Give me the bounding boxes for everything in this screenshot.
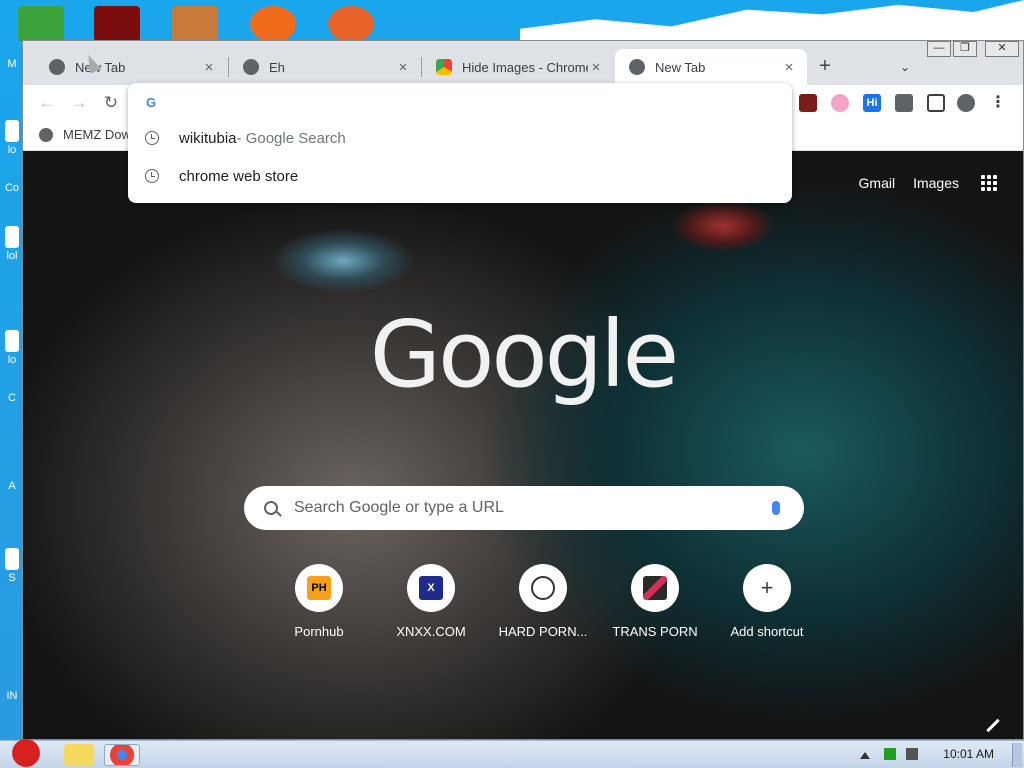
apps-grid-icon[interactable]: [981, 175, 997, 191]
firefox-icon[interactable]: [328, 6, 374, 42]
shortcut-label: Add shortcut: [730, 624, 804, 639]
site-favicon-icon: [531, 576, 555, 600]
images-link[interactable]: Images: [913, 175, 959, 191]
flash-player-icon[interactable]: [94, 6, 140, 42]
chrome-menu-icon[interactable]: ⋮: [989, 94, 1007, 112]
bookmark-label: MEMZ Dow: [63, 127, 131, 142]
new-tab-page: Gmail Images Google Search Google or typ…: [23, 151, 1023, 739]
close-tab-icon[interactable]: ×: [781, 59, 797, 76]
history-clock-icon: [145, 131, 159, 145]
close-tab-icon[interactable]: ×: [395, 59, 411, 76]
tab-title: Eh: [269, 59, 285, 75]
omnibox-suggestion[interactable]: wikitubia - Google Search: [128, 120, 792, 156]
customize-pencil-icon[interactable]: [986, 718, 1000, 733]
show-desktop-button[interactable]: [1012, 743, 1022, 767]
desktop-side-label[interactable]: S: [0, 548, 24, 584]
chrome-web-store-icon: [436, 59, 452, 75]
lightning-app-icon[interactable]: [250, 6, 296, 42]
side-panel-icon[interactable]: [927, 94, 945, 112]
shortcut-label: Pornhub: [294, 624, 344, 639]
reload-button[interactable]: ↻: [99, 91, 123, 115]
start-button-icon[interactable]: [2, 729, 50, 768]
microphone-icon[interactable]: [772, 501, 780, 515]
shortcut-icon-circle: +: [743, 564, 791, 612]
bookmark-item[interactable]: MEMZ Dow: [39, 127, 131, 142]
site-favicon-icon: X: [419, 576, 443, 600]
shortcut-tile[interactable]: PH Pornhub: [263, 564, 375, 639]
tab-new-tab-1[interactable]: New Tab ×: [35, 49, 227, 85]
tab-eh[interactable]: Eh ×: [229, 49, 421, 85]
shortcut-label: XNXX.COM: [396, 624, 466, 639]
google-logo: Google: [369, 301, 679, 408]
close-tab-icon[interactable]: ×: [201, 59, 217, 76]
desktop-side-label[interactable]: lo: [0, 120, 24, 156]
angry-bird-app-icon[interactable]: [172, 6, 218, 42]
ntp-search-box[interactable]: Search Google or type a URL: [244, 486, 804, 530]
profile-avatar-icon[interactable]: [957, 94, 975, 112]
restore-button[interactable]: ❐: [953, 41, 977, 57]
suggestion-text: wikitubia: [179, 129, 237, 147]
chrome-icon: [49, 59, 65, 75]
desktop-side-label[interactable]: C: [0, 392, 24, 404]
explorer-taskbar-icon[interactable]: [64, 744, 94, 766]
forward-button[interactable]: →: [67, 91, 91, 115]
tab-new-tab-active[interactable]: New Tab ×: [615, 49, 807, 85]
site-favicon-icon: [643, 576, 667, 600]
omnibox-suggestion[interactable]: chrome web store: [128, 158, 792, 194]
search-icon: [264, 501, 278, 515]
show-hidden-icons-icon[interactable]: [860, 752, 870, 759]
desktop-side-label[interactable]: Co: [0, 182, 24, 194]
shortcut-tile[interactable]: TRANS PORN: [599, 564, 711, 639]
chrome-taskbar-button[interactable]: [104, 744, 140, 766]
chrome-icon: [629, 59, 645, 75]
badge-extension-icon[interactable]: [831, 94, 849, 112]
new-tab-button[interactable]: +: [813, 55, 837, 79]
shortcut-icon-circle: X: [407, 564, 455, 612]
shortcut-icon-circle: [519, 564, 567, 612]
omnibox-dropdown: G wikitubia - Google Search chrome web s…: [128, 83, 792, 203]
globe-icon: [39, 127, 53, 142]
security-shield-icon[interactable]: [18, 6, 64, 42]
ntp-top-links: Gmail Images: [841, 175, 997, 191]
google-g-icon: G: [146, 95, 157, 110]
suggestion-hint: - Google Search: [236, 129, 346, 147]
taskbar-clock[interactable]: 10:01 AM: [943, 747, 994, 761]
add-shortcut-tile[interactable]: + Add shortcut: [711, 564, 823, 639]
minimize-button[interactable]: —: [927, 41, 951, 57]
desktop-side-label[interactable]: M: [0, 58, 24, 70]
shortcut-icon-circle: [631, 564, 679, 612]
desktop-side-label[interactable]: lo: [0, 330, 24, 366]
history-clock-icon: [145, 169, 159, 183]
tab-title: Hide Images - Chrome: [462, 59, 588, 75]
shortcut-icon-circle: PH: [295, 564, 343, 612]
close-tab-icon[interactable]: ×: [588, 59, 604, 76]
taskbar: 10:01 AM: [0, 729, 1024, 768]
desktop-side-label[interactable]: lol: [0, 226, 24, 262]
shortcuts-row: PH Pornhub X XNXX.COM HARD PORN... TRANS…: [263, 564, 823, 639]
shortcut-tile[interactable]: X XNXX.COM: [375, 564, 487, 639]
gmail-link[interactable]: Gmail: [859, 175, 896, 191]
shortcut-tile[interactable]: HARD PORN...: [487, 564, 599, 639]
desktop-side-label[interactable]: IN: [0, 690, 24, 702]
search-placeholder: Search Google or type a URL: [294, 499, 504, 516]
site-favicon-icon: PH: [307, 576, 331, 600]
close-window-button[interactable]: ✕: [985, 41, 1019, 57]
desktop-side-label[interactable]: A: [0, 480, 24, 492]
tab-search-button[interactable]: ⌄: [893, 55, 917, 79]
globe-icon: [243, 59, 259, 75]
plus-icon: +: [760, 575, 774, 600]
chrome-window: New Tab × Eh × Hide Images - Chrome × Ne…: [22, 40, 1024, 740]
network-icon[interactable]: [884, 748, 896, 760]
back-button[interactable]: ←: [35, 91, 59, 115]
tab-hide-images[interactable]: Hide Images - Chrome ×: [422, 49, 614, 85]
tab-strip: New Tab × Eh × Hide Images - Chrome × Ne…: [23, 41, 1023, 85]
puzzle-extensions-icon[interactable]: [895, 94, 913, 112]
shortcut-label: HARD PORN...: [498, 624, 588, 639]
tab-title: New Tab: [655, 59, 706, 75]
hi-extension-icon[interactable]: Hi: [863, 94, 881, 112]
ublock-extension-icon[interactable]: [799, 94, 817, 112]
shortcut-label: TRANS PORN: [612, 624, 698, 639]
suggestion-text: chrome web store: [179, 167, 299, 185]
volume-icon[interactable]: [906, 748, 918, 760]
